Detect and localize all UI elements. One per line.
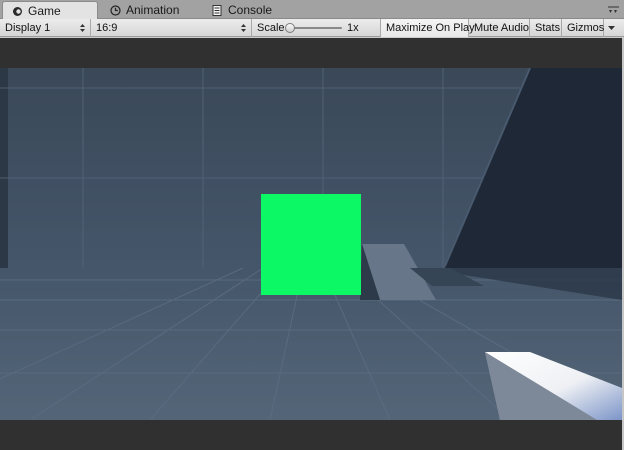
console-icon xyxy=(211,4,223,16)
chevron-down-icon xyxy=(608,26,615,30)
tab-bar: Game Animation Console xyxy=(0,0,624,20)
green-cube xyxy=(261,194,361,295)
tab-console[interactable]: Console xyxy=(203,1,293,19)
game-controller-icon xyxy=(11,5,23,17)
bottom-letterbox xyxy=(0,420,622,450)
game-view-toolbar: Display 1 16:9 Scale 1x Maximize On Play… xyxy=(0,19,624,37)
updown-arrows-icon xyxy=(80,24,85,32)
tab-game-label: Game xyxy=(28,4,61,18)
gizmos-dropdown[interactable] xyxy=(604,19,622,37)
mute-audio-toggle[interactable]: Mute Audio xyxy=(469,19,530,37)
scale-slider-thumb[interactable] xyxy=(285,23,295,33)
scene-render xyxy=(0,68,622,420)
left-wall-edge xyxy=(0,68,8,268)
scale-control: Scale 1x xyxy=(252,19,381,37)
maximize-on-play-toggle[interactable]: Maximize On Play xyxy=(381,19,475,37)
mute-audio-label: Mute Audio xyxy=(474,22,530,34)
scale-label: Scale xyxy=(257,22,285,34)
tab-animation[interactable]: Animation xyxy=(101,1,201,19)
gizmos-label: Gizmos xyxy=(567,22,605,34)
aspect-select[interactable]: 16:9 xyxy=(91,19,252,37)
game-viewport[interactable] xyxy=(0,68,622,420)
tab-console-label: Console xyxy=(228,3,273,17)
game-view-window: Game Animation Console Display 1 16:9 Sc… xyxy=(0,0,624,450)
updown-arrows-icon xyxy=(241,24,246,32)
scale-value: 1x xyxy=(347,22,359,34)
maximize-on-play-label: Maximize On Play xyxy=(386,22,475,34)
stats-label: Stats xyxy=(535,22,561,34)
gizmos-toggle[interactable]: Gizmos xyxy=(562,19,604,37)
stats-toggle[interactable]: Stats xyxy=(530,19,562,37)
tab-game[interactable]: Game xyxy=(2,1,98,20)
clock-icon xyxy=(109,4,121,16)
display-select[interactable]: Display 1 xyxy=(0,19,91,37)
aspect-select-value: 16:9 xyxy=(96,22,118,34)
display-select-value: Display 1 xyxy=(5,22,51,34)
tab-animation-label: Animation xyxy=(126,3,180,17)
tab-menu-icon[interactable] xyxy=(607,5,621,15)
